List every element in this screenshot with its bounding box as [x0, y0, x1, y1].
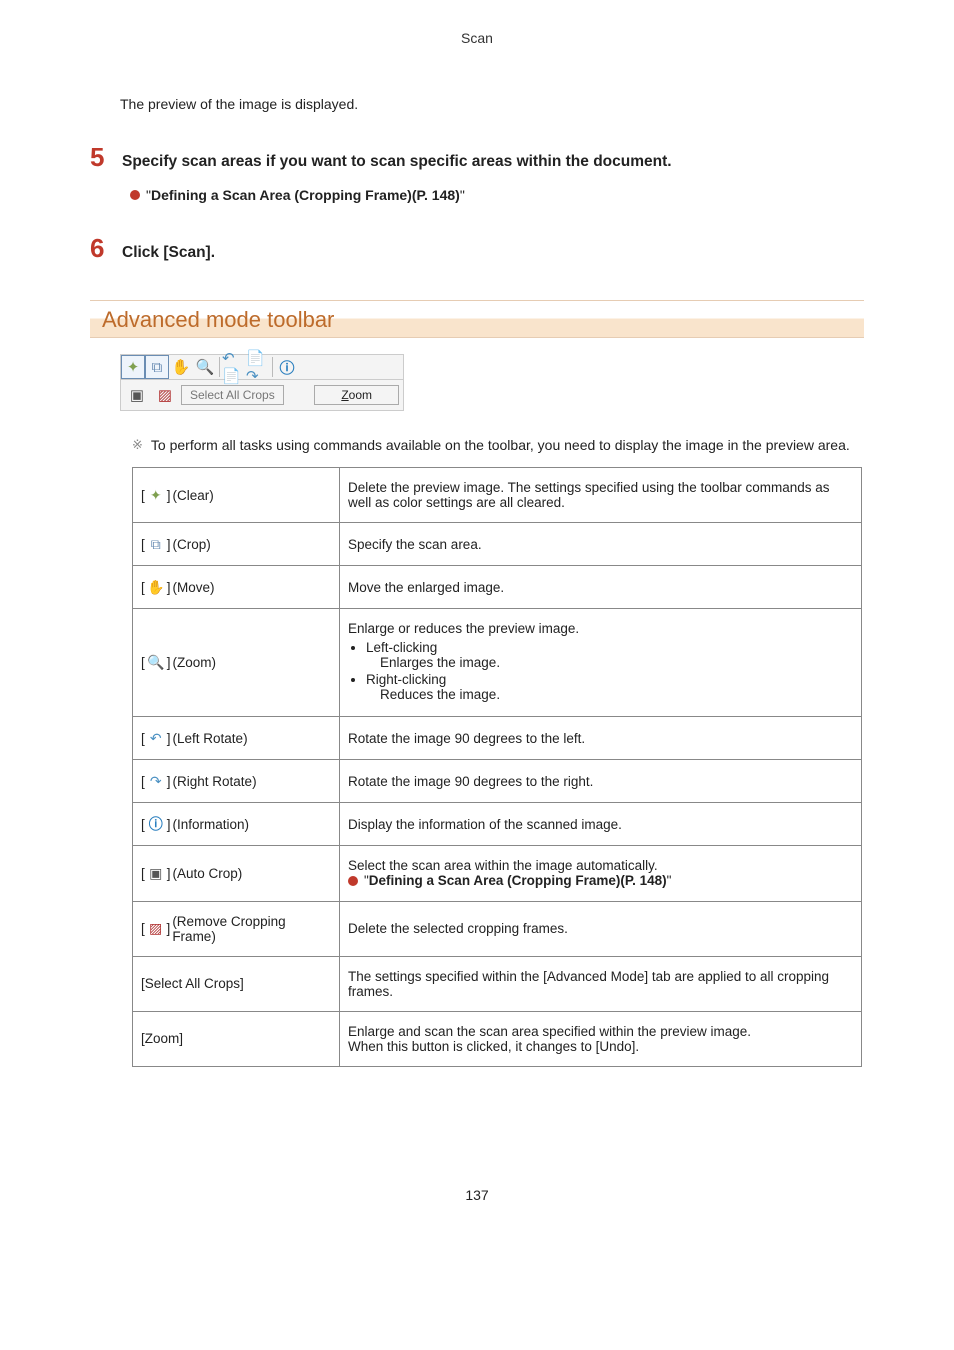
autocrop-desc: Select the scan area within the image au… — [340, 846, 862, 902]
toolbar-note: To perform all tasks using commands avai… — [151, 437, 850, 453]
left-rotate-icon: ↶ — [147, 729, 165, 747]
info-icon: ⓘ — [147, 815, 165, 833]
zoombtn-desc: Enlarge and scan the scan area specified… — [340, 1011, 862, 1066]
zoom-button[interactable]: Zoom — [314, 385, 399, 405]
step-5-number: 5 — [90, 142, 118, 173]
select-all-desc: The settings specified within the [Advan… — [340, 956, 862, 1011]
rrot-desc: Rotate the image 90 degrees to the right… — [340, 760, 862, 803]
right-rotate-icon: ↷ — [147, 772, 165, 790]
right-rotate-icon[interactable]: 📄↷ — [246, 355, 270, 379]
left-rotate-icon[interactable]: ↶📄 — [222, 355, 246, 379]
select-all-crops-button[interactable]: Select All Crops — [181, 385, 284, 405]
clear-icon[interactable]: ✦ — [121, 355, 145, 379]
remcrop-desc: Delete the selected cropping frames. — [340, 901, 862, 956]
page-number: 137 — [90, 1187, 864, 1203]
note-marker-icon: ※ — [132, 437, 143, 453]
zoombtn-label: [Zoom] — [133, 1011, 340, 1066]
autocrop-link[interactable]: " Defining a Scan Area (Cropping Frame)(… — [348, 873, 671, 888]
page-header: Scan — [90, 30, 864, 46]
remove-crop-icon: ▨ — [147, 920, 165, 938]
step-6-title: Click [Scan]. — [122, 244, 215, 262]
step-5-title: Specify scan areas if you want to scan s… — [122, 153, 672, 171]
info-desc: Display the information of the scanned i… — [340, 803, 862, 846]
lrot-desc: Rotate the image 90 degrees to the left. — [340, 717, 862, 760]
scan-area-link-text: Defining a Scan Area (Cropping Frame)(P.… — [151, 187, 460, 203]
toolbar-table: [ ✦ ] (Clear) Delete the preview image. … — [132, 467, 862, 1067]
auto-crop-icon[interactable]: ▣ — [125, 383, 149, 407]
move-icon: ✋ — [147, 578, 165, 596]
toolbar-figure: ✦ ⧉ ✋ 🔍 ↶📄 📄↷ ⓘ ▣ ▨ Select All Crops Zoo… — [120, 354, 404, 411]
bullet-icon — [348, 876, 358, 886]
clear-desc: Delete the preview image. The settings s… — [340, 468, 862, 523]
bullet-icon — [130, 190, 140, 200]
scan-area-link[interactable]: " Defining a Scan Area (Cropping Frame)(… — [130, 187, 864, 203]
crop-icon: ⧉ — [147, 535, 165, 553]
remove-crop-icon[interactable]: ▨ — [153, 383, 177, 407]
clear-icon: ✦ — [147, 486, 165, 504]
zoom-icon[interactable]: 🔍 — [193, 355, 217, 379]
step-6-number: 6 — [90, 233, 118, 264]
intro-text: The preview of the image is displayed. — [120, 96, 864, 112]
crop-desc: Specify the scan area. — [340, 523, 862, 566]
move-desc: Move the enlarged image. — [340, 566, 862, 609]
move-icon[interactable]: ✋ — [169, 355, 193, 379]
info-icon[interactable]: ⓘ — [275, 355, 299, 379]
auto-crop-icon: ▣ — [147, 864, 165, 882]
select-all-label: [Select All Crops] — [133, 956, 340, 1011]
section-title: Advanced mode toolbar — [102, 307, 852, 333]
link-suffix-quote: " — [460, 187, 465, 203]
zoom-desc: Enlarge or reduces the preview image. Le… — [340, 609, 862, 717]
zoom-icon: 🔍 — [147, 654, 165, 672]
crop-icon[interactable]: ⧉ — [145, 355, 169, 379]
